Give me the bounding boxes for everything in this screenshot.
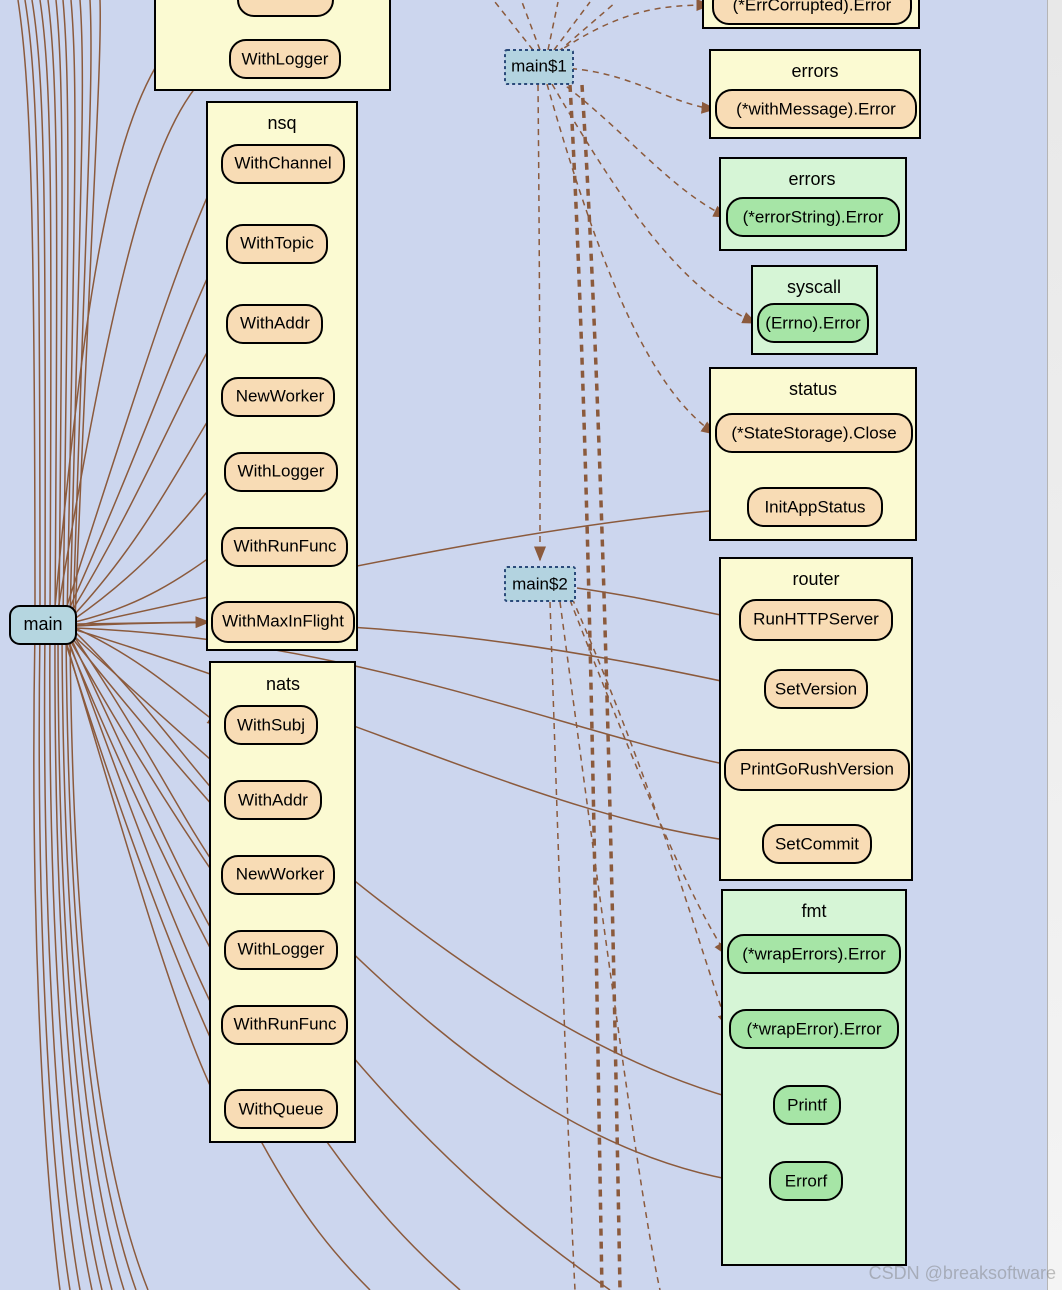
pkg-errcorrupted: (*ErrCorrupted).Error	[703, 0, 919, 28]
svg-text:WithRunFunc: WithRunFunc	[234, 536, 337, 555]
node-nsq-newworker[interactable]: NewWorker	[222, 378, 334, 416]
node-main[interactable]: main	[10, 606, 76, 644]
svg-text:WithSubj: WithSubj	[237, 715, 305, 734]
svg-text:status: status	[789, 379, 837, 399]
svg-text:PrintGoRushVersion: PrintGoRushVersion	[740, 759, 894, 778]
node-nats-withrunfunc[interactable]: WithRunFunc	[222, 1006, 347, 1044]
svg-text:WithAddr: WithAddr	[238, 790, 308, 809]
label-main: main	[23, 614, 62, 634]
node-nsq-withaddr[interactable]: WithAddr	[227, 305, 322, 343]
node-nsq-withtopic[interactable]: WithTopic	[227, 225, 327, 263]
svg-text:(*wrapError).Error: (*wrapError).Error	[746, 1019, 881, 1038]
svg-text:SetVersion: SetVersion	[775, 679, 857, 698]
svg-text:WithQueue: WithQueue	[238, 1099, 323, 1118]
pkg-syscall: syscall (Errno).Error	[752, 266, 877, 354]
node-nsq-withchannel[interactable]: WithChannel	[222, 145, 344, 183]
svg-text:RunHTTPServer: RunHTTPServer	[753, 609, 879, 628]
svg-text:WithLogger: WithLogger	[242, 49, 329, 68]
node-errorf[interactable]: Errorf	[770, 1162, 842, 1200]
edges-main2	[550, 588, 737, 1290]
svg-text:SetCommit: SetCommit	[775, 834, 859, 853]
edges-main-right	[66, 508, 767, 1290]
svg-text:WithLogger: WithLogger	[238, 461, 325, 480]
node-printgorushversion[interactable]: PrintGoRushVersion	[725, 750, 909, 790]
node-nats-newworker[interactable]: NewWorker	[222, 856, 334, 894]
svg-text:errors: errors	[791, 61, 838, 81]
node-statestorage-close[interactable]: (*StateStorage).Close	[716, 414, 912, 452]
svg-text:WithRunFunc: WithRunFunc	[234, 1014, 337, 1033]
svg-text:InitAppStatus: InitAppStatus	[764, 497, 865, 516]
svg-text:Errorf: Errorf	[785, 1171, 828, 1190]
svg-text:WithMaxInFlight: WithMaxInFlight	[222, 611, 344, 630]
svg-text:(*ErrCorrupted).Error: (*ErrCorrupted).Error	[733, 0, 892, 14]
svg-text:syscall: syscall	[787, 277, 841, 297]
watermark: CSDN @breaksoftware	[869, 1263, 1056, 1284]
edge-fan-lower	[34, 630, 148, 1290]
svg-text:errors: errors	[788, 169, 835, 189]
node-main1[interactable]: main$1	[505, 50, 573, 84]
node-initappstatus[interactable]: InitAppStatus	[748, 488, 882, 526]
node-wraperror-error[interactable]: (*wrapError).Error	[730, 1010, 898, 1048]
svg-text:WithChannel: WithChannel	[234, 153, 331, 172]
node-printf[interactable]: Printf	[774, 1086, 840, 1124]
node-nsq-withmaxinflight[interactable]: WithMaxInFlight	[212, 602, 354, 642]
svg-text:WithAddr: WithAddr	[240, 313, 310, 332]
svg-text:NewWorker: NewWorker	[236, 386, 325, 405]
svg-text:(*wrapErrors).Error: (*wrapErrors).Error	[742, 944, 886, 963]
node-errcorrupted[interactable]: (*ErrCorrupted).Error	[713, 0, 911, 24]
node-nats-withqueue[interactable]: WithQueue	[225, 1090, 337, 1128]
node-top-withlogger[interactable]: WithLogger	[230, 40, 340, 78]
svg-text:router: router	[792, 569, 839, 589]
scrollbar-vertical[interactable]	[1047, 0, 1062, 1290]
node-withmessage-error[interactable]: (*withMessage).Error	[716, 90, 916, 128]
pkg-nats: nats WithSubj WithAddr NewWorker WithLog…	[210, 662, 355, 1142]
label-main1: main$1	[511, 56, 567, 75]
svg-text:WithTopic: WithTopic	[240, 233, 314, 252]
pkg-router: router RunHTTPServer SetVersion PrintGoR…	[720, 558, 912, 880]
svg-text:fmt: fmt	[802, 901, 827, 921]
pkg-status: status (*StateStorage).Close InitAppStat…	[710, 368, 916, 540]
node-nsq-withrunfunc[interactable]: WithRunFunc	[222, 528, 347, 566]
label-main2: main$2	[512, 574, 568, 593]
pkg-fmt: fmt (*wrapErrors).Error (*wrapError).Err…	[722, 890, 906, 1265]
pkg-errors-green: errors (*errorString).Error	[720, 158, 906, 250]
node-setcommit[interactable]: SetCommit	[763, 825, 871, 863]
svg-text:nats: nats	[266, 674, 300, 694]
node-nats-withaddr[interactable]: WithAddr	[225, 781, 321, 819]
svg-text:NewWorker: NewWorker	[236, 864, 325, 883]
pkg-top: WithLogger	[155, 0, 390, 90]
node-main2[interactable]: main$2	[505, 567, 575, 601]
svg-text:nsq: nsq	[267, 113, 296, 133]
node-errno-error[interactable]: (Errno).Error	[758, 304, 868, 342]
svg-text:(*withMessage).Error: (*withMessage).Error	[736, 99, 896, 118]
node-errorstring-error[interactable]: (*errorString).Error	[727, 198, 899, 236]
node-nats-withsubj[interactable]: WithSubj	[225, 706, 317, 744]
node-runhttpserver[interactable]: RunHTTPServer	[740, 600, 892, 640]
node-setversion[interactable]: SetVersion	[765, 670, 867, 708]
edges-thick	[570, 85, 620, 1290]
svg-text:Printf: Printf	[787, 1095, 827, 1114]
pkg-nsq: nsq WithChannel WithTopic WithAddr NewWo…	[207, 102, 357, 650]
svg-text:(*errorString).Error: (*errorString).Error	[743, 207, 884, 226]
svg-text:(Errno).Error: (Errno).Error	[765, 313, 861, 332]
svg-text:(*StateStorage).Close: (*StateStorage).Close	[731, 423, 896, 442]
edge-fan	[18, 0, 100, 620]
node-wraperrors-error[interactable]: (*wrapErrors).Error	[728, 935, 900, 973]
node-nsq-withlogger[interactable]: WithLogger	[225, 453, 337, 491]
pkg-errors: errors (*withMessage).Error	[710, 50, 920, 138]
node-nats-withlogger[interactable]: WithLogger	[225, 931, 337, 969]
svg-text:WithLogger: WithLogger	[238, 939, 325, 958]
